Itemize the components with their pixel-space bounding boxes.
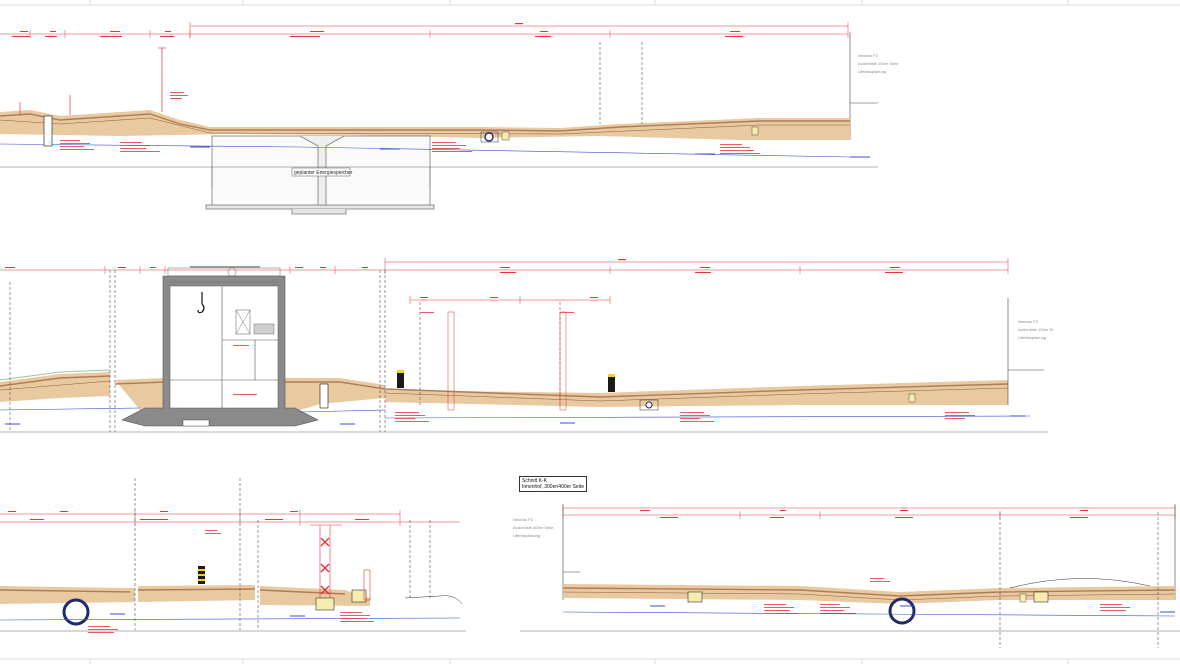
section-kk-title: Schnitt K-K Innenhof, 300er/400er Seite bbox=[519, 476, 587, 492]
end-wall-middle bbox=[1007, 298, 1044, 405]
section-middle bbox=[0, 258, 1048, 433]
marker-box-middle bbox=[908, 393, 916, 403]
section-top: geplanter Energiespeicher bbox=[0, 22, 878, 215]
dimension-lines-bottom-left bbox=[0, 510, 460, 526]
marker-box-kk bbox=[1019, 593, 1027, 603]
dimension-ticks-kk bbox=[640, 510, 1088, 518]
pipe-section-icon bbox=[484, 132, 494, 142]
note-kk-2: Außenliste 300er Seite bbox=[513, 525, 554, 530]
cross-marker-icon bbox=[320, 537, 330, 595]
annotation-red-bottom-left bbox=[88, 530, 374, 633]
marker-box-top bbox=[501, 131, 510, 141]
pile-marker-icon bbox=[397, 370, 615, 392]
utility-box-kk bbox=[687, 591, 703, 603]
note-top-1: Neubau FZ bbox=[858, 53, 879, 58]
utility-box-bottom-left bbox=[315, 597, 335, 611]
dashed-lines-kk bbox=[999, 512, 1159, 648]
note-kk-3: Uferlasplanung bbox=[513, 533, 540, 538]
marker-box-top-2 bbox=[751, 126, 759, 136]
soil-fill-bottom-left bbox=[0, 585, 370, 606]
tunnel-tube-kk bbox=[888, 597, 916, 625]
note-middle-1: Neubau FZ bbox=[1018, 319, 1039, 324]
notes-kk: Neubau FZ Außenliste 300er Seite Uferlas… bbox=[513, 516, 553, 540]
shaft-middle bbox=[319, 383, 329, 409]
storage-label-box: geplanter Energiespeicher bbox=[291, 167, 353, 177]
note-kk-1: Neubau FZ bbox=[513, 517, 534, 522]
dimension-ticks-top bbox=[12, 23, 743, 37]
soil-fill-top bbox=[0, 110, 850, 140]
notes-middle: Neubau FZ Außenliste 100er Si Ufertlaspl… bbox=[1018, 318, 1053, 342]
section-kk bbox=[520, 504, 1180, 648]
tunnel-tube-bottom-left bbox=[62, 598, 90, 626]
dimension-lines-middle bbox=[0, 258, 1009, 304]
note-middle-2: Außenliste 100er Si bbox=[1018, 327, 1053, 332]
dashed-lines-bottom-left bbox=[134, 478, 431, 630]
notes-top: Neubau FZ Außenliste 100er Seite Ufertla… bbox=[858, 52, 898, 76]
shaft-top bbox=[43, 115, 53, 147]
vertical-markers-top bbox=[599, 42, 643, 124]
dimension-lines-top bbox=[0, 22, 849, 38]
pile-stripes-bottom-left bbox=[198, 569, 205, 581]
utility-box-kk-2 bbox=[1033, 591, 1049, 603]
ground-curve-bottom-left bbox=[404, 595, 463, 605]
dimension-ticks-bottom-left bbox=[8, 511, 369, 520]
end-wall-top bbox=[849, 32, 878, 140]
storage-label: geplanter Energiespeicher bbox=[294, 170, 353, 176]
note-middle-3: Ufertlasplanung bbox=[1018, 335, 1047, 340]
dimension-ticks-middle bbox=[5, 259, 903, 298]
note-top-3: Ufertlasplanung bbox=[858, 69, 887, 74]
section-bottom-left bbox=[0, 478, 466, 633]
water-lines-kk bbox=[562, 605, 1176, 617]
dimension-lines-kk bbox=[562, 504, 1176, 519]
lattice-mast bbox=[310, 524, 342, 598]
mast-top bbox=[19, 47, 166, 115]
cad-section-sheet: geplanter Energiespeicher bbox=[0, 0, 1180, 664]
note-top-2: Außenliste 100er Seite bbox=[858, 61, 899, 66]
pipe-small-middle bbox=[645, 401, 653, 409]
section-kk-title-line2: Innenhof, 300er/400er Seite bbox=[522, 484, 584, 490]
